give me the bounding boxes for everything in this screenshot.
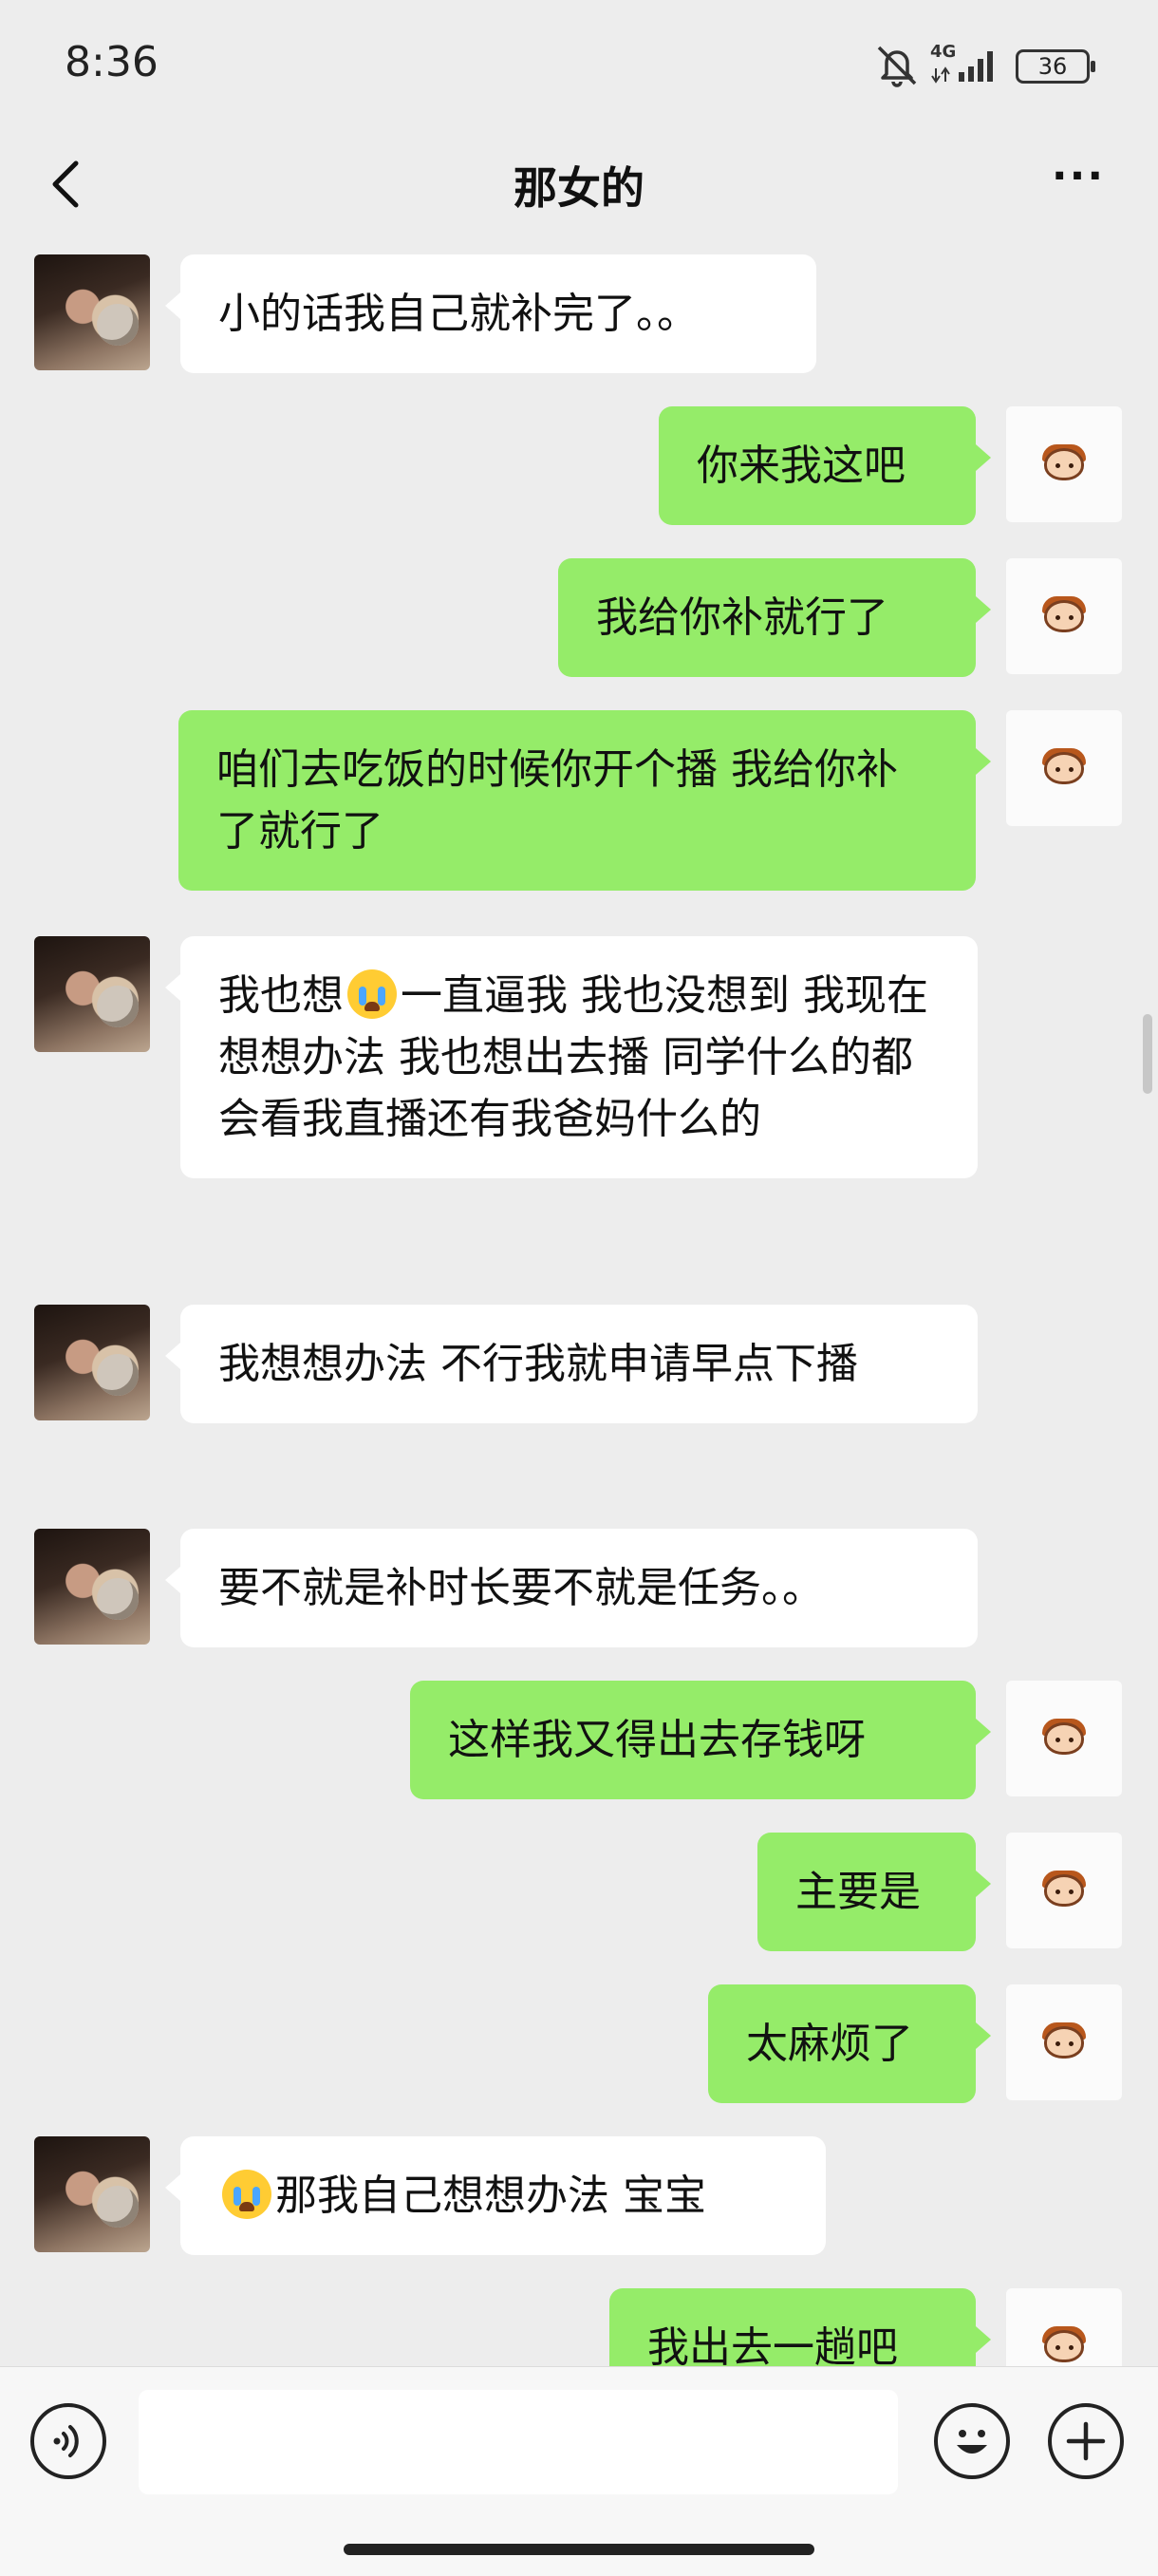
status-bar: 8:36 4G 36 — [0, 0, 1158, 133]
contact-avatar[interactable] — [34, 254, 150, 370]
status-time: 8:36 — [65, 38, 159, 86]
input-bar — [0, 2366, 1158, 2576]
message-bubble[interactable]: 那我自己想想办法 宝宝 — [165, 2136, 826, 2255]
voice-input-button[interactable] — [30, 2403, 106, 2479]
plus-icon — [1066, 2421, 1106, 2461]
contact-avatar[interactable] — [34, 2136, 150, 2252]
message-bubble[interactable]: 你来我这吧 — [659, 406, 991, 525]
message-bubble[interactable]: 我给你补就行了 — [558, 558, 991, 677]
mute-bell-icon — [877, 46, 917, 87]
scrollbar-thumb[interactable] — [1143, 1014, 1152, 1094]
contact-avatar[interactable] — [34, 1305, 150, 1420]
my-avatar[interactable] — [1006, 406, 1122, 522]
contact-avatar[interactable] — [34, 1529, 150, 1645]
title-bar: 那女的 ··· — [0, 133, 1158, 239]
message-bubble[interactable]: 我出去一趟吧 — [609, 2288, 991, 2366]
message-bubble[interactable]: 我想想办法 不行我就申请早点下播 — [165, 1305, 978, 1423]
message-bubble[interactable]: 我也想 一直逼我 我也没想到 我现在想想办法 我也想出去播 同学什么的都会看我直播… — [165, 936, 978, 1178]
loudly-crying-face-icon — [347, 969, 397, 1019]
more-options-icon[interactable]: ··· — [1050, 156, 1107, 215]
signal-icon: 4G — [930, 42, 1006, 87]
message-bubble[interactable]: 主要是 — [757, 1833, 991, 1951]
my-avatar[interactable] — [1006, 2288, 1122, 2366]
my-avatar[interactable] — [1006, 558, 1122, 674]
add-attachment-button[interactable] — [1048, 2403, 1124, 2479]
contact-avatar[interactable] — [34, 936, 150, 1052]
my-avatar[interactable] — [1006, 710, 1122, 826]
smiley-icon — [957, 2430, 987, 2454]
message-bubble[interactable]: 太麻烦了 — [708, 1984, 991, 2103]
message-bubble[interactable]: 要不就是补时长要不就是任务。。 — [165, 1529, 978, 1647]
my-avatar[interactable] — [1006, 1681, 1122, 1796]
chat-title: 那女的 — [514, 162, 644, 214]
voice-icon — [53, 2425, 79, 2457]
my-avatar[interactable] — [1006, 1833, 1122, 1948]
message-input[interactable] — [139, 2390, 898, 2494]
home-indicator[interactable] — [344, 2544, 814, 2555]
message-list[interactable]: 小的话我自己就补完了。。 你来我这吧 我给你补就行了 咱们去吃饭的时候你开个播 … — [0, 239, 1158, 2366]
battery-icon: 36 — [1016, 49, 1095, 84]
my-avatar[interactable] — [1006, 1984, 1122, 2100]
emoji-button[interactable] — [934, 2403, 1010, 2479]
message-bubble[interactable]: 小的话我自己就补完了。。 — [165, 254, 816, 373]
message-bubble[interactable]: 咱们去吃饭的时候你开个播 我给你补了就行了 — [178, 710, 991, 891]
loudly-crying-face-icon — [222, 2170, 271, 2219]
message-bubble[interactable]: 这样我又得出去存钱呀 — [410, 1681, 991, 1799]
